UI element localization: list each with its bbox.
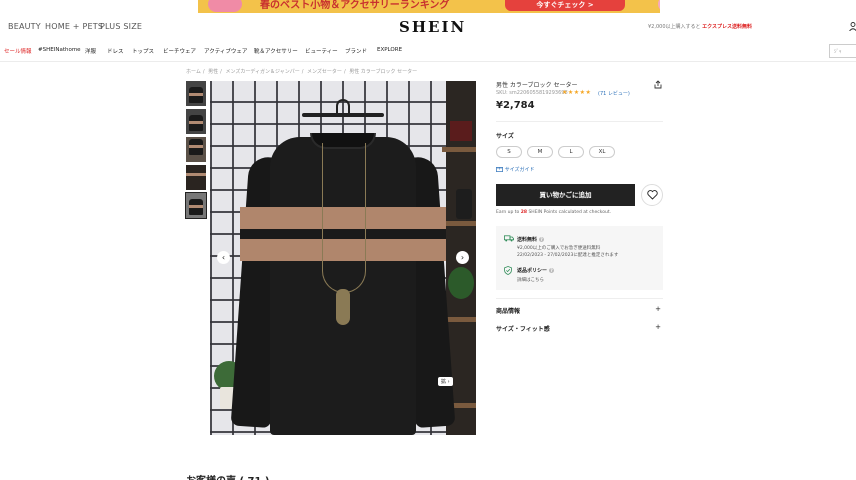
category-plus-size[interactable]: PLUS SIZE [100, 22, 142, 31]
accordion-label: 商品情報 [496, 308, 521, 315]
info-icon[interactable]: ? [549, 268, 555, 273]
info-icon[interactable]: ? [539, 237, 545, 242]
main-nav: セール情報 #SHEINathome 洋服 ドレス トップス ビーチウェア アク… [0, 40, 856, 62]
user-icon[interactable] [849, 22, 856, 33]
heart-icon [646, 190, 658, 200]
wishlist-button[interactable] [641, 184, 663, 206]
breadcrumb-men[interactable]: 男性 [208, 69, 218, 75]
site-header: BEAUTY HOME + PETS PLUS SIZE SHEIN ¥2,00… [0, 13, 856, 40]
size-label: サイズ [496, 133, 514, 140]
image-hanger-hook [336, 99, 350, 113]
return-policy-link[interactable]: 詳細はこちら [517, 277, 544, 283]
product-title: 男性 カラーブロック セーター [496, 82, 578, 89]
nav-item-beauty[interactable]: ビューティー [305, 47, 338, 55]
nav-item-brands[interactable]: ブランド [345, 47, 367, 55]
divider [496, 298, 663, 299]
nav-item-explore[interactable]: EXPLORE [377, 47, 402, 53]
thumbnail-stripe-graphic [186, 173, 206, 176]
nav-item-dresses[interactable]: ドレス [107, 47, 124, 55]
truck-icon [504, 235, 514, 244]
shield-icon [504, 266, 512, 277]
size-guide-label: サイズガイド [504, 167, 535, 173]
free-shipping-highlight: エクスプレス送料無料 [702, 24, 752, 30]
shipping-estimate: 22/02/2023 - 27/02/2023に配達と推定されます [517, 253, 619, 258]
image-prev-arrow-icon[interactable]: ‹ [217, 251, 230, 264]
nav-item-sale[interactable]: セール情報 [4, 47, 32, 55]
image-next-arrow-icon[interactable]: › [456, 251, 469, 264]
category-home-pets[interactable]: HOME + PETS [45, 22, 103, 31]
shein-logo[interactable]: SHEIN [399, 18, 466, 36]
product-sku: SKU: sm2206055819293698 [496, 90, 568, 96]
size-option-l[interactable]: L [558, 146, 584, 158]
breadcrumb-cardigans[interactable]: メンズカーディガン＆ジャンパー [225, 69, 299, 75]
reviews-link[interactable]: (71 レビュー) [598, 90, 630, 97]
promo-text: 春のベスト小物＆アクセサリーランキング [260, 0, 450, 11]
image-books [450, 121, 472, 141]
free-shipping-notice: ¥2,000以上購入すると エクスプレス送料無料 [648, 23, 752, 30]
rating-stars: ★★★★★ [562, 89, 592, 96]
category-beauty[interactable]: BEAUTY [8, 22, 41, 31]
share-icon[interactable] [654, 80, 662, 91]
promo-decoration [208, 0, 242, 12]
image-shelf-board [442, 147, 476, 152]
points-prefix: Earn up to [496, 210, 520, 215]
size-guide-link[interactable]: サイズガイド [496, 166, 534, 173]
promo-cta-button[interactable]: 今すぐチェック > [505, 0, 625, 11]
breadcrumb-current: 男性 カラーブロック セーター [349, 69, 418, 75]
accordion-size-fit[interactable]: サイズ・フィット感 + [496, 322, 663, 334]
thumbnail-stripe-graphic [189, 93, 203, 96]
product-price: ¥2,784 [496, 100, 535, 111]
image-hanger [302, 113, 384, 117]
nav-item-clothing[interactable]: 洋服 [85, 47, 96, 55]
product-thumbnail[interactable] [186, 165, 206, 190]
image-zoom-button[interactable]: 拡 › [438, 377, 453, 386]
thumbnail-stripe-graphic [189, 145, 203, 148]
size-option-xl[interactable]: XL [589, 146, 615, 158]
image-necklace [322, 143, 366, 293]
thumbnail-stripe-graphic [189, 205, 203, 208]
ruler-icon [496, 167, 503, 172]
image-lantern [456, 189, 472, 219]
nav-item-sheinathome[interactable]: #SHEINathome [38, 47, 81, 53]
plus-icon: + [655, 305, 661, 313]
divider [496, 121, 663, 122]
accordion-product-info[interactable]: 商品情報 + [496, 304, 663, 316]
breadcrumb-sweaters[interactable]: メンズセーター [307, 69, 342, 75]
size-option-s[interactable]: S [496, 146, 522, 158]
plus-icon: + [655, 323, 661, 331]
image-shelf-board [442, 221, 476, 226]
nav-item-tops[interactable]: トップス [132, 47, 154, 55]
image-pendant [336, 289, 350, 325]
add-to-cart-button[interactable]: 買い物かごに追加 [496, 184, 635, 206]
free-shipping-prefix: ¥2,000以上購入すると [648, 24, 701, 30]
return-policy-title-text: 返品ポリシー [517, 268, 548, 274]
product-thumbnail[interactable] [186, 137, 206, 162]
nav-item-activewear[interactable]: アクティブウェア [204, 47, 247, 55]
return-policy-title: 返品ポリシー? [517, 267, 555, 274]
shipping-line: ¥2,000以上のご購入でお急ぎ便送料無料 [517, 246, 601, 251]
breadcrumb: ホーム / 男性 / メンズカーディガン＆ジャンパー / メンズセーター / 男性 カラ… [186, 69, 418, 75]
promo-decoration [658, 0, 660, 12]
points-notice: Earn up to 28 SHEIN Points calculated at… [496, 210, 611, 215]
image-plant [448, 267, 474, 299]
points-value: 28 [520, 210, 528, 215]
points-suffix: SHEIN Points calculated at checkout. [528, 210, 612, 215]
search-input[interactable]: ｼﾞｬ [829, 44, 856, 58]
main-product-image[interactable]: ‹ › 拡 › [210, 81, 476, 435]
thumbnail-stripe-graphic [189, 121, 203, 124]
size-option-m[interactable]: M [527, 146, 553, 158]
shipping-title-text: 送料無料 [517, 237, 538, 243]
product-thumbnail[interactable] [186, 81, 206, 106]
image-sweater [230, 133, 456, 435]
nav-item-shoes-accessories[interactable]: 靴＆アクセサリー [254, 47, 298, 55]
shipping-title: 送料無料? [517, 236, 545, 243]
reviews-heading: お客様の声 ( 71 ) [186, 472, 270, 480]
breadcrumb-home[interactable]: ホーム [186, 69, 201, 75]
promo-banner[interactable]: 春のベスト小物＆アクセサリーランキング 今すぐチェック > [0, 0, 856, 13]
product-thumbnail[interactable] [186, 109, 206, 134]
product-thumbnail-active[interactable] [185, 192, 207, 219]
nav-item-beachwear[interactable]: ビーチウェア [163, 47, 196, 55]
accordion-label: サイズ・フィット感 [496, 326, 550, 333]
shipping-info-box: 送料無料? ¥2,000以上のご購入でお急ぎ便送料無料 22/02/2023 -… [496, 226, 663, 290]
